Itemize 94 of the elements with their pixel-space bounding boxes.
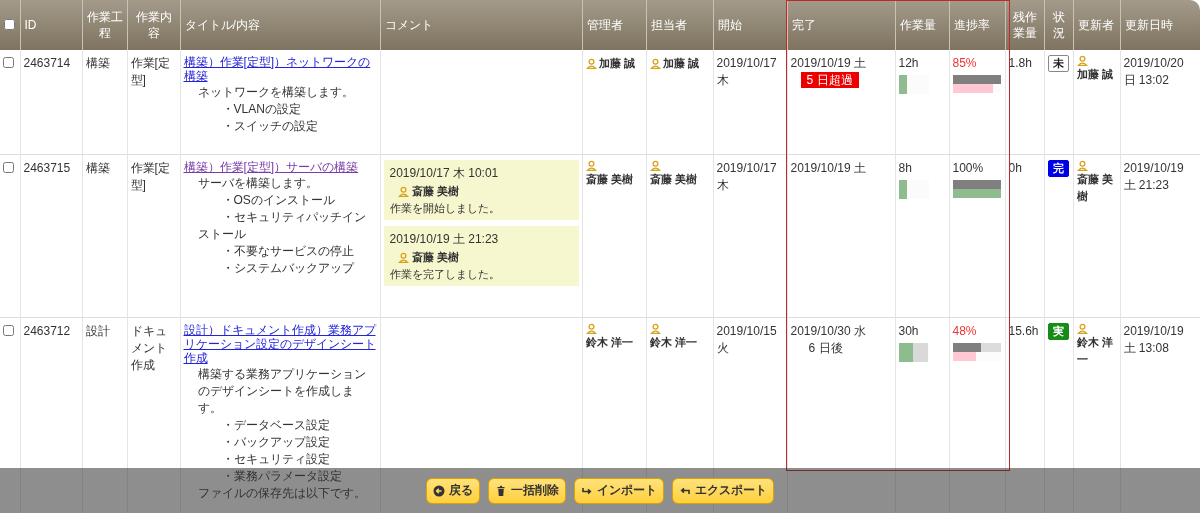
description-line: ・システムバックアップ xyxy=(220,260,356,277)
comment-date: 2019/10/19 土 21:23 xyxy=(389,231,500,248)
updater-name: 鈴木 洋一 xyxy=(1076,336,1113,365)
id-text: 2463712 xyxy=(23,324,71,338)
comment-date: 2019/10/17 木 10:01 xyxy=(389,165,500,182)
task-title-link[interactable]: 構築）作業[定型]）ネットワークの構築 xyxy=(183,55,377,83)
process-text: 構築 xyxy=(85,161,110,175)
delete-button[interactable]: 一括削除 xyxy=(488,477,566,504)
overdue-badge: 5 日超過 xyxy=(800,72,859,88)
start-date: 2019/10/17 木 xyxy=(716,56,777,87)
person-icon xyxy=(1076,323,1088,334)
select-all-checkbox[interactable] xyxy=(4,18,15,30)
person-icon xyxy=(649,323,661,334)
status-badge: 完 xyxy=(1047,160,1069,177)
manager-name: 加藤 誠 xyxy=(598,56,635,71)
process-text: 構築 xyxy=(85,56,110,70)
column-header[interactable]: 管理者 xyxy=(586,18,623,32)
due-date: 2019/10/30 水 xyxy=(790,324,866,338)
process-text: 設計 xyxy=(85,324,110,338)
description-line: ・セキュリティ設定 xyxy=(220,451,331,468)
days-left-text: 6 日後 xyxy=(807,341,843,355)
column-header[interactable]: 更新日時 xyxy=(1124,18,1173,32)
status-badge: 未 xyxy=(1047,55,1069,72)
description-line: ・不要なサービスの停止 xyxy=(220,243,355,260)
work-type-text: 作業[定型] xyxy=(130,56,170,87)
column-header[interactable]: コメント xyxy=(384,18,433,32)
person-icon xyxy=(585,160,597,171)
export-button[interactable]: エクスポート xyxy=(672,477,774,504)
due-date: 2019/10/19 土 xyxy=(790,161,866,175)
column-header[interactable]: 進捗率 xyxy=(953,18,990,32)
trash-icon xyxy=(495,484,507,497)
progress-percent: 100% xyxy=(952,161,984,175)
row-checkbox[interactable] xyxy=(3,162,14,173)
person-icon xyxy=(649,58,661,69)
comment-author: 斎藤 美樹 xyxy=(411,250,459,265)
description-line: 構築する業務アプリケーションのデザインシートを作成します。 xyxy=(197,366,367,417)
description-line: ・バックアップ設定 xyxy=(220,434,331,451)
start-date: 2019/10/15 火 xyxy=(716,324,777,355)
person-icon xyxy=(585,323,597,334)
updater-name: 斎藤 美樹 xyxy=(1076,173,1113,202)
description-line: ・データベース設定 xyxy=(220,417,331,434)
remaining-work-text: 1.8h xyxy=(1008,56,1032,70)
row-checkbox[interactable] xyxy=(3,325,14,336)
description-line: ・OSのインストール xyxy=(220,192,336,209)
description-line: ファイルの保存先は以下です。 xyxy=(197,485,367,502)
remaining-work-text: 15.6h xyxy=(1008,324,1039,338)
person-icon xyxy=(1076,160,1088,171)
manager-name: 斎藤 美樹 xyxy=(585,172,633,187)
description-line: ・VLANの設定 xyxy=(220,101,302,118)
progress-percent: 85% xyxy=(952,56,977,70)
person-icon xyxy=(1076,55,1088,66)
description-line: ・セキュリティパッチインストール xyxy=(197,209,367,243)
person-icon xyxy=(397,186,409,197)
updated-datetime: 2019/10/19 土 13:08 xyxy=(1123,324,1184,355)
comment-text: 作業を完了しました。 xyxy=(389,267,501,282)
workload-text: 8h xyxy=(898,161,912,175)
task-title-link[interactable]: 設計）ドキュメント作成）業務アプリケーション設定のデザインシート作成 xyxy=(183,323,377,365)
description-line: サーバを構築します。 xyxy=(197,175,319,192)
updater-name: 加藤 誠 xyxy=(1076,68,1113,80)
status-badge: 実 xyxy=(1047,323,1069,340)
work-type-text: 作業[定型] xyxy=(130,161,170,192)
assignee-name: 加藤 誠 xyxy=(662,56,699,71)
row-checkbox[interactable] xyxy=(3,57,14,68)
id-text: 2463715 xyxy=(23,161,71,175)
person-icon xyxy=(397,252,409,263)
workload-text: 30h xyxy=(898,324,919,338)
task-title-link[interactable]: 構築）作業[定型]）サーバの構築 xyxy=(183,160,377,174)
column-header[interactable]: タイトル/内容 xyxy=(184,18,260,32)
assignee-name: 鈴木 洋一 xyxy=(649,335,697,350)
description-line: ・業務パラメータ設定 xyxy=(220,468,343,485)
person-icon xyxy=(585,58,597,69)
work-type-text: ドキュメント作成 xyxy=(130,324,167,372)
updated-datetime: 2019/10/19 土 21:23 xyxy=(1123,161,1184,192)
due-date: 2019/10/19 土 xyxy=(790,56,866,70)
column-header[interactable]: ID xyxy=(24,18,37,32)
column-header[interactable]: 担当者 xyxy=(650,18,687,32)
assignee-name: 斎藤 美樹 xyxy=(649,172,697,187)
workload-text: 12h xyxy=(898,56,919,70)
comment-author: 斎藤 美樹 xyxy=(411,184,459,199)
manager-name: 鈴木 洋一 xyxy=(585,335,633,350)
start-date: 2019/10/17 木 xyxy=(716,161,777,192)
column-header[interactable]: 開始 xyxy=(717,18,742,32)
back-button[interactable]: 戻る xyxy=(426,477,480,504)
progress-percent: 48% xyxy=(952,324,977,338)
comment-text: 作業を開始しました。 xyxy=(389,201,501,216)
id-text: 2463714 xyxy=(23,56,71,70)
person-icon xyxy=(649,160,661,171)
description-line: ネットワークを構築します。 xyxy=(197,84,355,101)
column-header[interactable]: 作業量 xyxy=(899,18,936,32)
column-header[interactable]: 完了 xyxy=(791,18,816,32)
description-line: ・スイッチの設定 xyxy=(220,118,319,135)
import-button[interactable]: インポート xyxy=(574,477,664,504)
updated-datetime: 2019/10/20 日 13:02 xyxy=(1123,56,1184,87)
back-arrow-icon xyxy=(433,484,445,497)
